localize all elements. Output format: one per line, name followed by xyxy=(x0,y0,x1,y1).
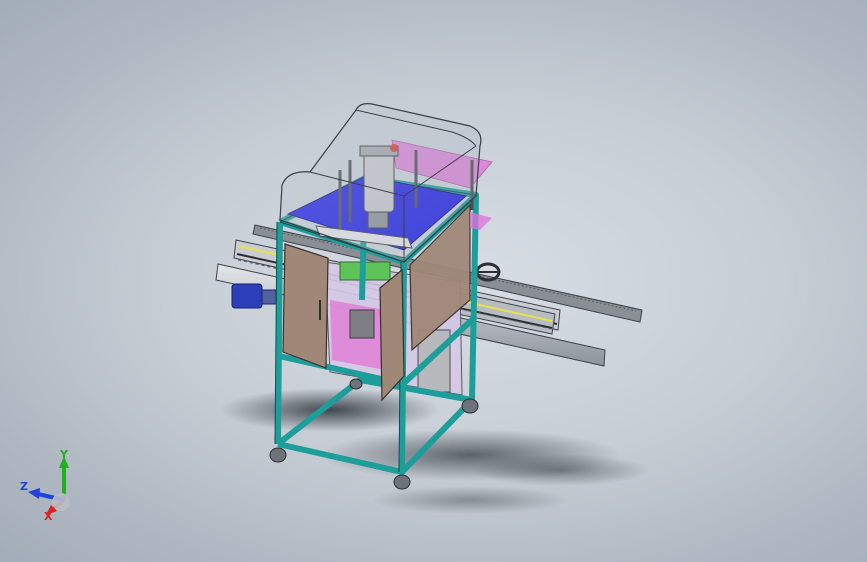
machine-model[interactable] xyxy=(0,0,867,562)
cad-viewport[interactable]: Y Z X xyxy=(0,0,867,562)
x-axis-label: X xyxy=(44,510,53,522)
front-door-right[interactable] xyxy=(379,268,405,402)
y-axis-label: Y xyxy=(59,448,69,461)
z-axis-label: Z xyxy=(20,480,28,493)
front-door-left[interactable] xyxy=(282,243,329,369)
view-orientation-triad[interactable]: Y Z X xyxy=(14,444,84,522)
triad-origin-sphere xyxy=(52,493,70,511)
